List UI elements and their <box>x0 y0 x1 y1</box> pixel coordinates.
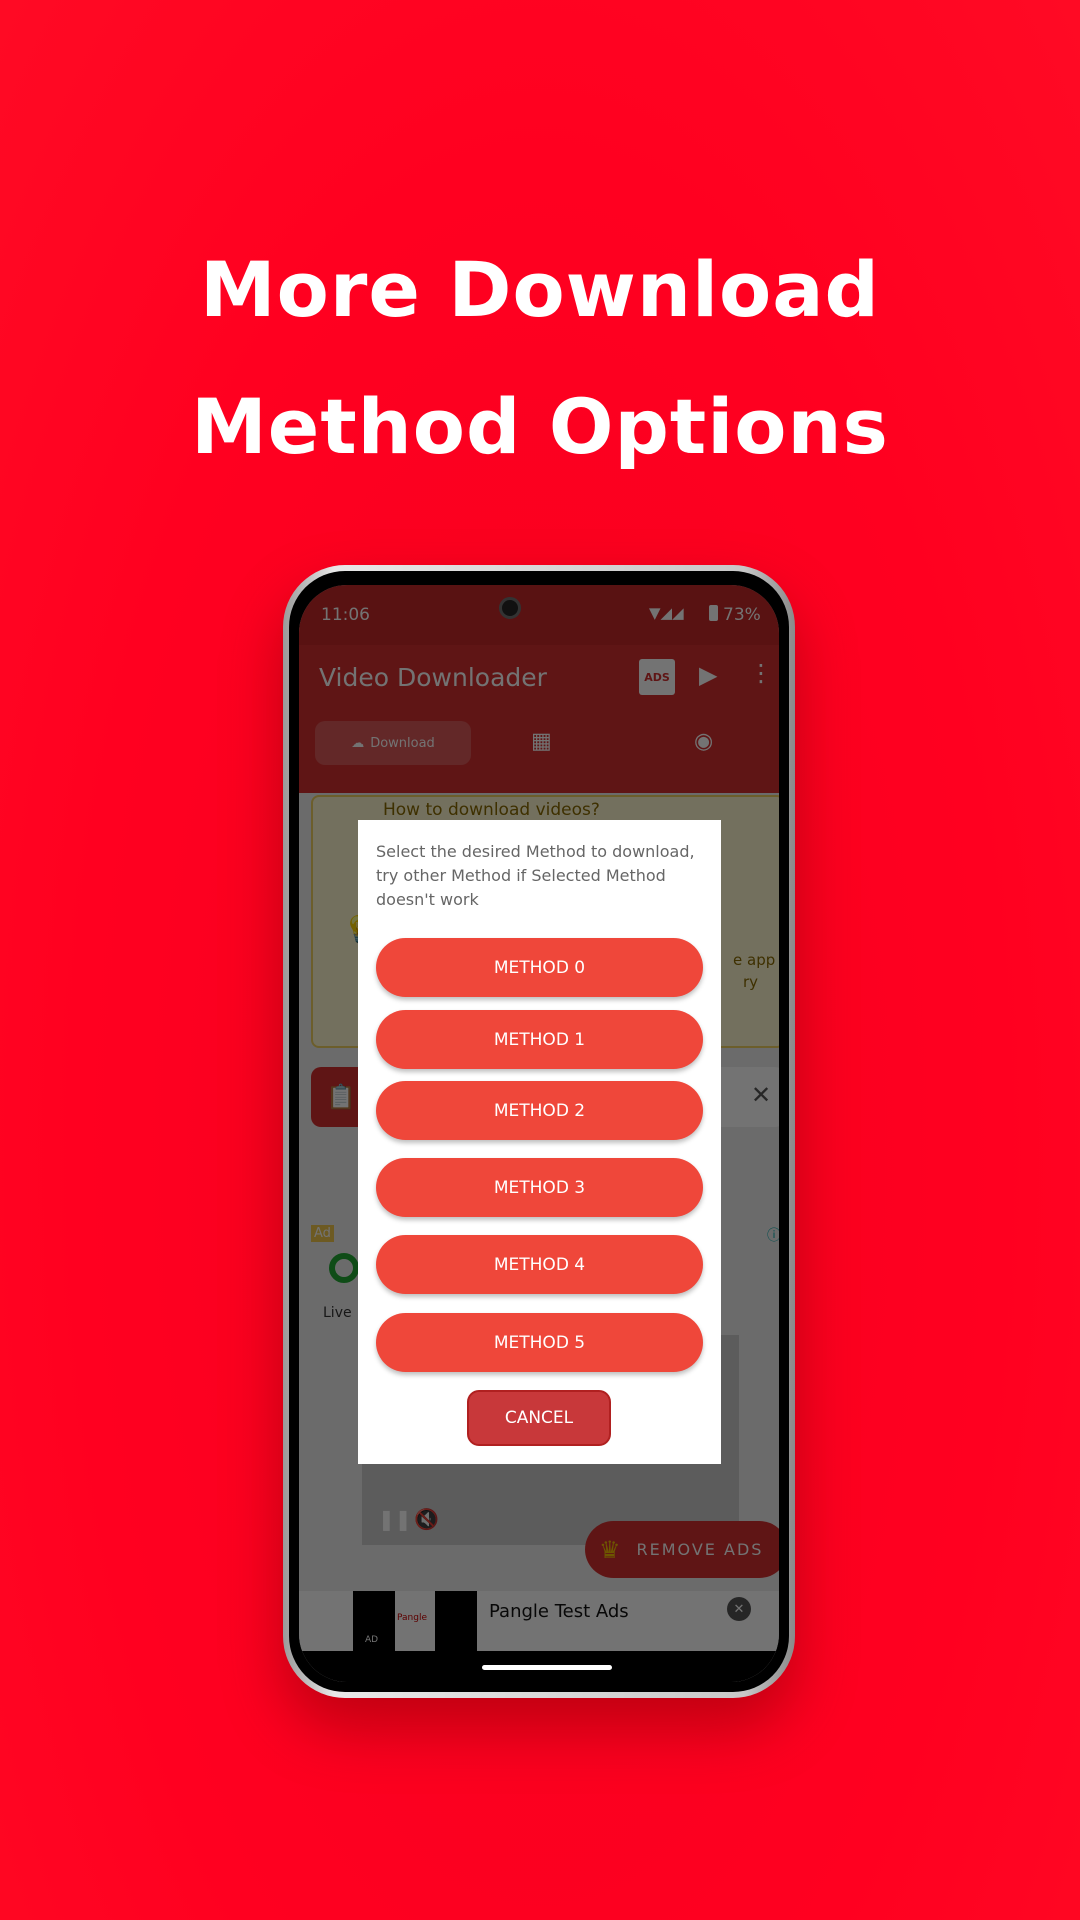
ad-logo-icon <box>329 1253 359 1283</box>
method-2-button[interactable]: METHOD 2 <box>376 1081 703 1140</box>
cancel-button[interactable]: CANCEL <box>467 1390 611 1446</box>
close-ad-icon[interactable]: ✕ <box>727 1597 751 1621</box>
pangle-ad-tag: AD <box>365 1635 379 1645</box>
remove-ads-label: REMOVE ADS <box>636 1540 764 1559</box>
tab-download-label: Download <box>370 735 435 751</box>
tab-puzzle-icon[interactable]: ▦ <box>531 729 552 754</box>
dialog-message: Select the desired Method to download, t… <box>376 842 695 909</box>
status-bar: 11:06 ▼◢◢ 73% <box>299 585 779 645</box>
crown-icon: ♛ <box>599 1535 621 1564</box>
headline-line-2: Method Options <box>191 382 889 471</box>
tab-refresh-icon[interactable]: ◉ <box>694 729 713 754</box>
pangle-title: Pangle Test Ads <box>489 1601 629 1622</box>
app-bar: Video Downloader ADS ▶ ⋮ <box>299 645 779 713</box>
ad-badge: Ad <box>311 1225 334 1242</box>
method-0-button[interactable]: METHOD 0 <box>376 938 703 997</box>
battery-percent: 73% <box>723 605 761 625</box>
pangle-logo: Pangle <box>397 1613 427 1623</box>
howto-title: How to download videos? <box>383 800 600 820</box>
cloud-download-icon: ☁ <box>351 735 365 751</box>
howto-text-fragment-2: ry <box>743 973 759 991</box>
headline-line-1: More Download <box>200 245 880 334</box>
home-indicator[interactable] <box>482 1665 612 1670</box>
status-time: 11:06 <box>321 605 370 625</box>
method-1-button[interactable]: METHOD 1 <box>376 1010 703 1069</box>
ad-text-fragment: Live <box>323 1305 352 1321</box>
video-library-icon[interactable]: ▶ <box>699 661 717 689</box>
battery-icon <box>709 605 718 621</box>
more-options-icon[interactable]: ⋮ <box>749 659 773 687</box>
close-icon[interactable]: ✕ <box>751 1081 771 1109</box>
pangle-image-2 <box>435 1591 477 1651</box>
howto-text-fragment: e app <box>733 951 776 969</box>
pause-icon[interactable]: ❚❚ <box>378 1507 412 1531</box>
method-3-button[interactable]: METHOD 3 <box>376 1158 703 1217</box>
info-icon[interactable]: ⓘ <box>767 1225 779 1245</box>
nav-bar <box>299 1651 779 1682</box>
tab-bar: ☁ Download ▦ ◉ <box>299 713 779 793</box>
wifi-signal-icon: ▼◢◢ <box>649 604 684 622</box>
tab-download[interactable]: ☁ Download <box>315 721 471 765</box>
method-4-button[interactable]: METHOD 4 <box>376 1235 703 1294</box>
remove-ads-button[interactable]: ♛ REMOVE ADS <box>585 1521 779 1578</box>
mute-icon[interactable]: 🔇 <box>414 1507 439 1531</box>
app-title: Video Downloader <box>319 663 547 692</box>
pangle-banner[interactable]: AD Pangle Pangle Test Ads ✕ <box>299 1591 779 1651</box>
remove-ads-icon[interactable]: ADS <box>639 659 675 695</box>
method-dialog: Select the desired Method to download, t… <box>358 820 721 1464</box>
camera-icon <box>499 597 521 619</box>
method-5-button[interactable]: METHOD 5 <box>376 1313 703 1372</box>
